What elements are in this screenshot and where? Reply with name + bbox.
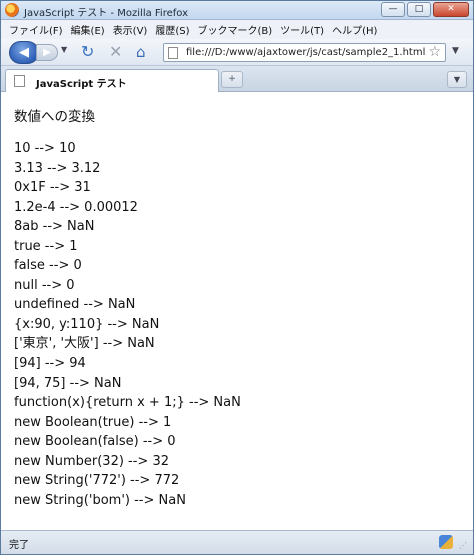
result-line: true --> 1 (14, 238, 78, 254)
page-icon (168, 47, 178, 59)
maximize-button[interactable]: □ (407, 2, 431, 17)
result-line: ['東京', '大阪'] --> NaN (14, 336, 155, 352)
menu-view[interactable]: 表示(V) (113, 22, 148, 37)
result-line: false --> 0 (14, 258, 82, 274)
result-line: new Number(32) --> 32 (14, 453, 169, 469)
menu-history[interactable]: 履歴(S) (155, 22, 189, 37)
tab-strip: JavaScript テスト + ▼ (1, 66, 473, 92)
page-heading: 数値への変換 (14, 109, 95, 125)
result-line: 3.13 --> 3.12 (14, 160, 101, 176)
menu-bookmarks[interactable]: ブックマーク(B) (198, 22, 273, 37)
tab-label: JavaScript テスト (36, 79, 127, 90)
minimize-button[interactable]: — (381, 2, 405, 17)
window-controls: — □ ✕ (381, 2, 469, 17)
menu-tools[interactable]: ツール(T) (280, 22, 324, 37)
back-arrow-icon[interactable]: ◀ (9, 41, 39, 64)
result-line: [94] --> 94 (14, 356, 86, 372)
tab-javascript-test[interactable]: JavaScript テスト (5, 69, 219, 92)
star-icon[interactable]: ☆ (428, 44, 441, 61)
result-line: 8ab --> NaN (14, 219, 95, 235)
result-line: [94, 75] --> NaN (14, 375, 122, 391)
status-text: 完了 (9, 540, 29, 551)
result-line: null --> 0 (14, 277, 75, 293)
home-icon[interactable]: ⌂ (136, 43, 146, 61)
menu-file[interactable]: ファイル(F) (9, 22, 63, 37)
stop-icon[interactable]: ✕ (109, 43, 122, 61)
page-content: 数値への変換 10 --> 10 3.13 --> 3.12 0x1F --> … (1, 93, 473, 530)
new-tab-button[interactable]: + (221, 71, 243, 88)
result-line: 10 --> 10 (14, 141, 76, 156)
result-line: new String('772') --> 772 (14, 473, 180, 489)
menu-bar: ファイル(F) 編集(E) 表示(V) 履歴(S) ブックマーク(B) ツール(… (1, 20, 473, 39)
addon-status-icon[interactable] (439, 535, 453, 549)
close-button[interactable]: ✕ (433, 2, 469, 17)
history-dropdown-icon[interactable]: ▼ (61, 45, 67, 54)
menu-edit[interactable]: 編集(E) (71, 22, 105, 37)
status-bar: 完了 ⋰ (1, 530, 473, 554)
browser-window: JavaScript テスト - Mozilla Firefox — □ ✕ フ… (0, 0, 474, 555)
result-line: {x:90, y:110} --> NaN (14, 316, 160, 332)
result-line: undefined --> NaN (14, 297, 136, 313)
result-line: 0x1F --> 31 (14, 180, 91, 196)
tab-list-icon[interactable]: ▼ (447, 71, 467, 88)
page-icon (14, 75, 25, 87)
title-bar[interactable]: JavaScript テスト - Mozilla Firefox — □ ✕ (1, 1, 473, 20)
url-dropdown-icon[interactable]: ▼ (452, 46, 459, 56)
results-list: 10 --> 10 3.13 --> 3.12 0x1F --> 31 1.2e… (14, 139, 241, 510)
result-line: function(x){return x + 1;} --> NaN (14, 395, 241, 411)
reload-icon[interactable]: ↻ (81, 43, 94, 61)
firefox-logo-icon (5, 3, 19, 17)
result-line: new Boolean(true) --> 1 (14, 414, 172, 430)
result-line: 1.2e-4 --> 0.00012 (14, 199, 138, 215)
result-line: new Boolean(false) --> 0 (14, 434, 176, 450)
resize-grip-icon[interactable]: ⋰ (459, 541, 467, 550)
menu-help[interactable]: ヘルプ(H) (332, 22, 377, 37)
window-title: JavaScript テスト - Mozilla Firefox (24, 8, 189, 19)
result-line: new String('bom') --> NaN (14, 492, 186, 508)
url-text[interactable]: file:///D:/www/ajaxtower/js/cast/sample2… (186, 47, 425, 58)
navigation-toolbar: ◀ ▶ ▼ ↻ ✕ ⌂ file:///D:/www/ajaxtower/js/… (1, 39, 473, 66)
url-bar[interactable]: file:///D:/www/ajaxtower/js/cast/sample2… (163, 43, 446, 62)
forward-arrow-icon[interactable]: ▶ (36, 44, 58, 61)
